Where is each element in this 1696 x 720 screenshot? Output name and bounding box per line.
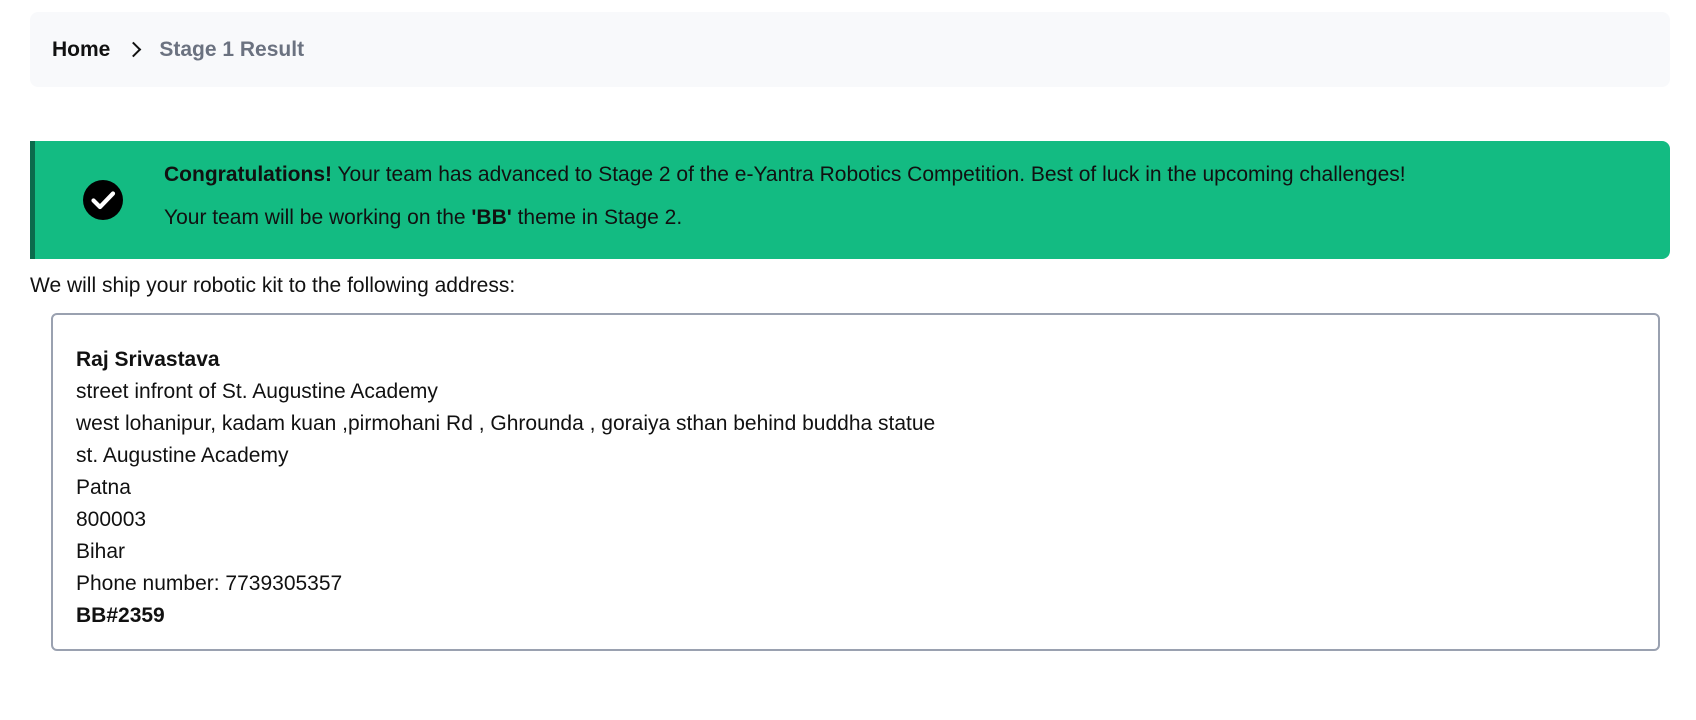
- team-id: BB#2359: [76, 604, 165, 627]
- theme-prefix: Your team will be working on the: [164, 206, 472, 229]
- theme-message: Your team will be working on the 'BB' th…: [164, 206, 1406, 230]
- address-state: Bihar: [76, 540, 126, 563]
- stage-result-page: Home Stage 1 Result Congratulations! You…: [0, 0, 1696, 720]
- phone-number: Phone number: 7739305357: [76, 572, 343, 595]
- shipping-note: We will ship your robotic kit to the fol…: [30, 274, 516, 297]
- breadcrumb-current-page: Stage 1 Result: [159, 37, 305, 61]
- theme-suffix: theme in Stage 2.: [511, 206, 683, 229]
- theme-name: 'BB': [471, 206, 512, 229]
- address-pincode: 800003: [76, 508, 147, 531]
- congrats-label: Congratulations!: [164, 163, 332, 186]
- breadcrumb-home-link[interactable]: Home: [52, 38, 110, 62]
- address-landmark: st. Augustine Academy: [76, 444, 289, 467]
- address-city: Patna: [76, 476, 131, 499]
- check-circle-icon: [83, 180, 123, 220]
- success-alert: Congratulations! Your team has advanced …: [30, 141, 1670, 259]
- advancement-text: Your team has advanced to Stage 2 of the…: [332, 163, 1406, 186]
- address-line-2: west lohanipur, kadam kuan ,pirmohani Rd…: [76, 412, 936, 435]
- recipient-name: Raj Srivastava: [76, 348, 220, 371]
- chevron-right-icon: [126, 41, 142, 58]
- address-line-1: street infront of St. Augustine Academy: [76, 380, 438, 403]
- advancement-message: Congratulations! Your team has advanced …: [164, 163, 1406, 187]
- shipping-address-card: Raj Srivastava street infront of St. Aug…: [51, 313, 1660, 651]
- alert-message: Congratulations! Your team has advanced …: [164, 163, 1406, 230]
- breadcrumb: Home Stage 1 Result: [30, 12, 1670, 87]
